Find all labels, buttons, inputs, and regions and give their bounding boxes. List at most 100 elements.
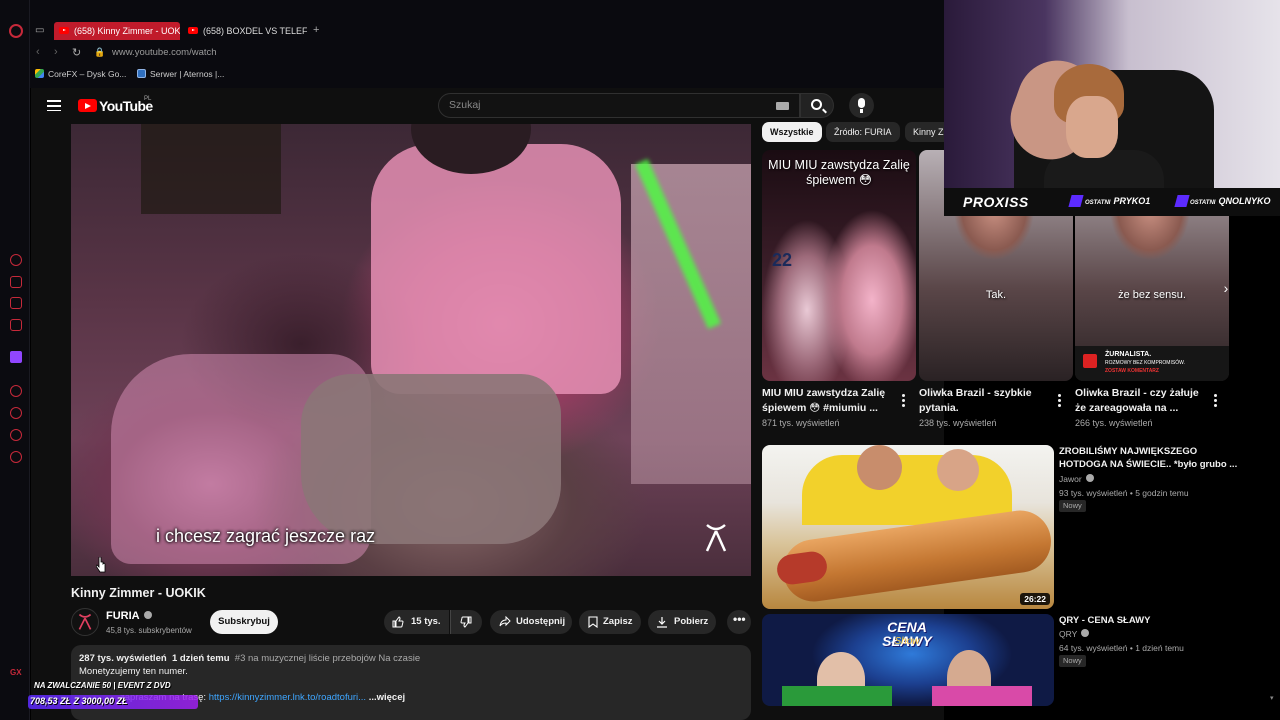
short-views: 238 tys. wyświetleń bbox=[919, 418, 997, 428]
last-label: OSTATNI bbox=[1085, 200, 1111, 206]
channel-avatar[interactable] bbox=[71, 608, 99, 636]
voice-search-icon[interactable] bbox=[849, 93, 874, 118]
scroll-down-icon[interactable]: ▾ bbox=[1270, 694, 1274, 702]
donation-goal-amount: 708,53 ZŁ Z 3000,00 ZŁ bbox=[30, 696, 128, 706]
menu-icon[interactable] bbox=[47, 100, 61, 114]
twitch-icon[interactable] bbox=[10, 351, 22, 363]
side-video-channel-1[interactable]: Jawor bbox=[1059, 474, 1094, 484]
search-icon bbox=[811, 99, 822, 110]
side-video-title-line: ZROBILIŚMY NAJWIĘKSZEGO bbox=[1059, 446, 1198, 457]
bookmark-icon bbox=[588, 616, 598, 628]
messenger-icon[interactable] bbox=[10, 319, 22, 331]
side-video-title-line: QRY - CENA SŁAWY bbox=[1059, 615, 1151, 626]
chip-kinny[interactable]: Kinny Z bbox=[905, 122, 945, 142]
channel-name[interactable]: FURIA bbox=[106, 610, 152, 622]
video-frame-person bbox=[371, 144, 621, 394]
short-title-line: Oliwka Brazil - czy żałuje bbox=[1075, 387, 1199, 399]
back-icon[interactable]: ‹ bbox=[36, 46, 40, 58]
video-thumbnail-cena-slawy[interactable]: CENA SŁAWY Show bbox=[762, 614, 1054, 706]
keyboard-icon[interactable] bbox=[776, 102, 789, 110]
chat-icon[interactable] bbox=[10, 429, 22, 441]
new-badge: Nowy bbox=[1059, 500, 1086, 512]
short-title-line: pytania. bbox=[919, 402, 959, 414]
more-vert-icon[interactable] bbox=[1214, 394, 1218, 409]
more-actions-button[interactable]: ••• bbox=[727, 610, 751, 634]
chip-all[interactable]: Wszystkie bbox=[762, 122, 822, 142]
chip-source-furia[interactable]: Źródło: FURIA bbox=[826, 122, 900, 142]
lock-icon: 🔒 bbox=[94, 47, 106, 57]
video-frame-pants bbox=[301, 374, 561, 544]
history-icon[interactable] bbox=[10, 407, 22, 419]
download-button[interactable]: Pobierz bbox=[648, 610, 716, 634]
video-title: Kinny Zimmer - UOKIK bbox=[71, 586, 206, 600]
logo-region: PL bbox=[144, 96, 152, 102]
side-video-title-2[interactable]: QRY - CENA SŁAWY bbox=[1059, 614, 1239, 627]
reload-icon[interactable]: ↻ bbox=[72, 46, 81, 59]
video-thumbnail-hotdog[interactable]: 26:22 bbox=[762, 445, 1054, 609]
download-icon bbox=[657, 617, 667, 628]
youtube-logo-icon[interactable] bbox=[78, 99, 97, 112]
bag-icon[interactable] bbox=[10, 276, 22, 288]
more-link[interactable]: ...więcej bbox=[369, 692, 405, 703]
new-badge: Nowy bbox=[1059, 655, 1086, 667]
tab-boxdel[interactable]: (658) BOXDEL VS TELEFO bbox=[183, 22, 307, 40]
verified-icon bbox=[1085, 474, 1094, 482]
settings-icon[interactable] bbox=[10, 451, 22, 463]
short-title-3[interactable]: Oliwka Brazil - czy żałuje że zareagowała… bbox=[1075, 386, 1199, 416]
save-button[interactable]: Zapisz bbox=[579, 610, 641, 634]
more-vert-icon[interactable] bbox=[1058, 394, 1062, 409]
verified-icon bbox=[143, 611, 152, 619]
donation-goal-overlay: NA ZWALCZANIE 50 | EVENT Z DVD 708,53 ZŁ… bbox=[20, 678, 198, 714]
video-duration: 26:22 bbox=[1020, 593, 1050, 605]
short-overlay-text: Tak. bbox=[985, 289, 1007, 301]
opera-logo-icon[interactable] bbox=[9, 24, 23, 38]
tour-link[interactable]: https://kinnyzimmer.lnk.to/roadtofuri... bbox=[209, 692, 366, 703]
side-video-channel-2[interactable]: QRY bbox=[1059, 629, 1090, 639]
player-icon[interactable] bbox=[10, 385, 22, 397]
like-count: 15 tys. bbox=[411, 616, 441, 627]
new-tab-button[interactable]: + bbox=[313, 24, 319, 36]
shorts-next-arrow-icon[interactable]: › bbox=[1214, 277, 1238, 301]
side-video-title-1[interactable]: ZROBILIŚMY NAJWIĘKSZEGO HOTDOGA NA ŚWIECI… bbox=[1059, 445, 1239, 471]
side-video-title-line: HOTDOGA NA ŚWIECIE.. *było grubo ... bbox=[1059, 459, 1238, 470]
channel-watermark-icon[interactable] bbox=[703, 523, 729, 553]
thumb-face-1 bbox=[857, 445, 902, 490]
gamepad-icon[interactable] bbox=[10, 297, 22, 309]
bookmark-corefx[interactable]: CoreFX – Dysk Go... bbox=[35, 69, 126, 79]
dislike-button[interactable] bbox=[450, 610, 482, 634]
furia-logo-icon bbox=[78, 613, 92, 630]
short-views: 266 tys. wyświetleń bbox=[1075, 418, 1153, 428]
trending-tag[interactable]: #3 na muzycznej liście przebojów Na czas… bbox=[235, 653, 420, 664]
video-subtitle: i chcesz zagrać jeszcze raz bbox=[156, 526, 376, 546]
video-player[interactable] bbox=[71, 124, 751, 576]
tab-kinny-zimmer[interactable]: (658) Kinny Zimmer - UOKIK bbox=[54, 22, 180, 40]
banner-cta: ZOSTAW KOMENTARZ bbox=[1105, 368, 1159, 374]
like-button[interactable]: 15 tys. bbox=[384, 610, 449, 634]
share-button[interactable]: Udostępnij bbox=[490, 610, 572, 634]
cam-face bbox=[1066, 96, 1118, 158]
speed-dial-icon[interactable] bbox=[10, 254, 22, 266]
address-bar[interactable]: www.youtube.com/watch bbox=[112, 47, 217, 58]
description-stats: 287 tys. wyświetleń 1 dzień temu #3 na m… bbox=[79, 653, 420, 664]
more-vert-icon[interactable] bbox=[902, 394, 906, 409]
channel-name-text: QRY bbox=[1059, 629, 1078, 639]
short-title-line: MIU MIU zawstydza Zalię bbox=[762, 387, 886, 399]
subscribe-button[interactable]: Subskrybuj bbox=[210, 610, 278, 634]
search-input[interactable] bbox=[438, 93, 800, 118]
short-thumbnail-miumiu[interactable]: MIU MIU zawstydza Zalię śpiewem 😳 22 bbox=[762, 150, 916, 381]
tab-manager-icon[interactable]: ▭ bbox=[35, 25, 44, 36]
share-label: Udostępnij bbox=[516, 616, 566, 627]
banner-title: ŻURNALISTA. bbox=[1105, 351, 1152, 358]
short-views: 871 tys. wyświetleń bbox=[762, 418, 840, 428]
search-placeholder: Szukaj bbox=[449, 99, 481, 111]
youtube-favicon-icon bbox=[59, 27, 69, 34]
forward-icon[interactable]: › bbox=[54, 46, 58, 58]
short-title-1[interactable]: MIU MIU zawstydza Zalię śpiewem 😳 #miumiu… bbox=[762, 386, 885, 416]
upload-age: 1 dzień temu bbox=[171, 653, 230, 664]
video-frame-poster bbox=[141, 124, 281, 214]
mouse-cursor-icon bbox=[96, 557, 106, 573]
tab-label: (658) Kinny Zimmer - UOKIK bbox=[74, 26, 180, 36]
short-title-2[interactable]: Oliwka Brazil - szybkie pytania. bbox=[919, 386, 1032, 416]
search-button[interactable] bbox=[800, 93, 834, 118]
bookmark-aternos[interactable]: Serwer | Aternos |... bbox=[137, 69, 224, 79]
